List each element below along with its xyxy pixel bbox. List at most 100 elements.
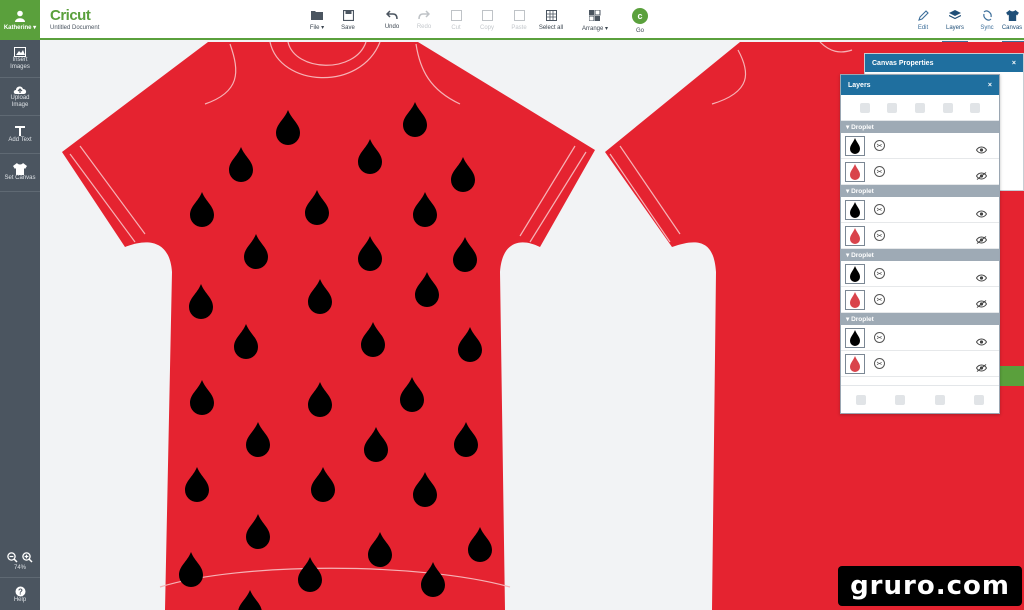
slice-icon[interactable] — [855, 394, 866, 405]
document-name[interactable]: Untitled Document — [50, 25, 99, 31]
layer-row[interactable]: ✂ — [841, 351, 999, 377]
user-icon — [15, 10, 25, 22]
layers-tab[interactable]: Layers — [940, 10, 970, 43]
layers-icon — [949, 10, 961, 20]
go-icon: c — [632, 8, 648, 24]
folder-icon — [311, 11, 323, 20]
cut-operation-icon[interactable]: ✂ — [874, 358, 885, 369]
zoom-out-icon[interactable] — [7, 552, 18, 563]
user-menu[interactable]: Katherine ▾ — [0, 0, 40, 40]
eye-hidden-icon[interactable] — [975, 231, 988, 249]
cut-operation-icon[interactable]: ✂ — [874, 332, 885, 343]
layers-close-button[interactable]: × — [988, 82, 992, 89]
cut-operation-icon[interactable]: ✂ — [874, 140, 885, 151]
layer-row[interactable]: ✂ — [841, 261, 999, 287]
canvas-tab[interactable]: Canvas — [1000, 10, 1024, 43]
layer-thumbnail[interactable] — [845, 161, 865, 182]
onesie-front[interactable] — [62, 42, 595, 610]
save-label: Save — [341, 25, 355, 31]
sidebar-item-set-canvas[interactable]: Set Canvas — [0, 154, 40, 192]
eye-icon[interactable] — [975, 205, 988, 223]
arrange-label: Arrange ▾ — [581, 26, 609, 32]
layers-footer — [841, 385, 999, 413]
paste-button[interactable]: Paste — [504, 10, 534, 31]
layer-row[interactable]: ✂ — [841, 287, 999, 313]
help-button[interactable]: ? Help — [0, 578, 40, 610]
go-label: Go — [635, 28, 644, 34]
layer-thumbnail[interactable] — [845, 289, 865, 310]
cut-label: Cut — [451, 25, 461, 31]
sidebar-item-upload-image[interactable]: Upload Image — [0, 78, 40, 116]
layer-thumbnail[interactable] — [845, 225, 865, 246]
top-toolbar: Cricut Untitled Document File ▾ Save Und… — [40, 0, 1024, 43]
grid-select-icon — [545, 10, 557, 21]
eye-icon[interactable] — [975, 141, 988, 159]
arrange-button[interactable]: Arrange ▾ — [580, 10, 610, 32]
eye-hidden-icon[interactable] — [975, 295, 988, 313]
cut-operation-icon[interactable]: ✂ — [874, 294, 885, 305]
duplicate-icon[interactable] — [895, 394, 906, 405]
layer-group-header[interactable]: ▾ Droplet — [841, 121, 999, 133]
layer-row[interactable]: ✂ — [841, 133, 999, 159]
eye-icon[interactable] — [975, 269, 988, 287]
layers-title: Layers — [848, 81, 871, 89]
layer-row[interactable]: ✂ — [841, 159, 999, 185]
sidebar-item-label: Upload Image — [10, 94, 30, 108]
sidebar-item-label: Add Text — [8, 137, 32, 143]
layer-row[interactable]: ✂ — [841, 325, 999, 351]
contour-icon[interactable] — [934, 394, 945, 405]
layer-row[interactable]: ✂ — [841, 197, 999, 223]
cut-operation-icon[interactable]: ✂ — [874, 230, 885, 241]
layer-group-header[interactable]: ▾ Droplet — [841, 313, 999, 325]
ungroup-icon[interactable] — [887, 102, 898, 113]
image-icon — [14, 46, 26, 57]
cut-icon — [450, 10, 462, 21]
group-icon[interactable] — [859, 102, 870, 113]
attach-icon[interactable] — [942, 102, 953, 113]
svg-text:?: ? — [18, 587, 23, 596]
redo-button[interactable]: Redo — [409, 10, 439, 30]
cut-button[interactable]: Cut — [441, 10, 471, 31]
cut-operation-icon[interactable]: ✂ — [874, 166, 885, 177]
select-all-button[interactable]: Select all — [536, 10, 566, 31]
weld-icon[interactable] — [914, 102, 925, 113]
layer-thumbnail[interactable] — [845, 199, 865, 220]
flatten-icon[interactable] — [970, 102, 981, 113]
paste-label: Paste — [511, 25, 527, 31]
undo-label: Undo — [384, 24, 400, 30]
layer-thumbnail[interactable] — [845, 327, 865, 348]
sidebar-item-insert-images[interactable]: Insert Images — [0, 40, 40, 78]
cut-operation-icon[interactable]: ✂ — [874, 268, 885, 279]
canvas-properties-close-button[interactable]: × — [1012, 60, 1016, 67]
redo-icon — [418, 10, 430, 20]
undo-button[interactable]: Undo — [377, 10, 407, 30]
canvas-label: Canvas — [1001, 25, 1023, 31]
delete-icon[interactable] — [974, 394, 985, 405]
cut-operation-icon[interactable]: ✂ — [874, 204, 885, 215]
make-it-button[interactable] — [1000, 366, 1024, 386]
layer-thumbnail[interactable] — [845, 135, 865, 156]
file-label: File ▾ — [309, 25, 325, 31]
layer-thumbnail[interactable] — [845, 353, 865, 374]
eye-icon[interactable] — [975, 333, 988, 351]
layer-group-header[interactable]: ▾ Droplet — [841, 185, 999, 197]
copy-button[interactable]: Copy — [472, 10, 502, 31]
text-icon — [15, 126, 25, 136]
sync-tab[interactable]: Sync — [972, 10, 1002, 31]
layer-thumbnail[interactable] — [845, 263, 865, 284]
left-sidebar: Katherine ▾ Insert Images Upload Image A… — [0, 0, 40, 610]
file-button[interactable]: File ▾ — [302, 10, 332, 31]
shirt-icon — [13, 163, 27, 175]
eye-hidden-icon[interactable] — [975, 359, 988, 377]
sidebar-item-add-text[interactable]: Add Text — [0, 116, 40, 154]
pencil-icon — [917, 10, 929, 21]
eye-hidden-icon[interactable] — [975, 167, 988, 185]
save-button[interactable]: Save — [333, 10, 363, 31]
sidebar-item-label: Set Canvas — [4, 175, 36, 181]
edit-tab[interactable]: Edit — [908, 10, 938, 31]
zoom-in-icon[interactable] — [22, 552, 33, 563]
layer-row[interactable]: ✂ — [841, 223, 999, 249]
sync-label: Sync — [980, 25, 994, 31]
go-button[interactable]: c Go — [625, 8, 655, 34]
layer-group-header[interactable]: ▾ Droplet — [841, 249, 999, 261]
